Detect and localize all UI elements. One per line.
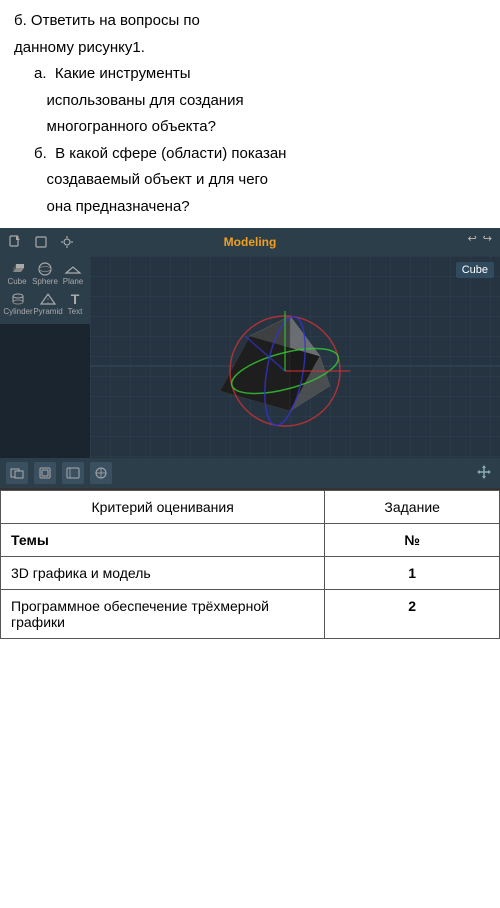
- pyramid-tool[interactable]: Pyramid: [34, 290, 62, 316]
- bottom-bar: [0, 458, 500, 488]
- mode-label: Modeling: [224, 235, 277, 249]
- table-cell-topic: Темы: [1, 524, 325, 557]
- toolbar: Modeling ↩ ↪: [0, 228, 500, 256]
- table-header-criteria: Критерий оценивания: [1, 491, 325, 524]
- table-cell-software: Программное обеспечение трёхмерной графи…: [1, 590, 325, 639]
- 3d-viewport: Cube: [90, 256, 500, 458]
- text-tool-label: Text: [68, 308, 83, 316]
- undo-icon[interactable]: ↩: [468, 232, 477, 245]
- table-row: Темы №: [1, 524, 500, 557]
- toolbar-left-icons: [6, 233, 76, 251]
- move-icon[interactable]: [476, 464, 492, 483]
- table-section: Критерий оценивания Задание Темы № 3D гр…: [0, 488, 500, 639]
- tools-row-2: Cylinder Pyramid T Text: [4, 290, 86, 316]
- line-b1: б. В какой сфере (области) показан: [14, 143, 486, 166]
- plane-tool-icon: [62, 260, 84, 278]
- pyramid-tool-label: Pyramid: [33, 308, 62, 316]
- text-tool-icon: T: [64, 290, 86, 308]
- tools-panel: Cube Sphere Plane: [0, 256, 90, 324]
- line-b2: создаваемый объект и для чего: [14, 169, 486, 192]
- tools-row-1: Cube Sphere Plane: [4, 260, 86, 286]
- criteria-table: Критерий оценивания Задание Темы № 3D гр…: [0, 490, 500, 639]
- cylinder-tool-icon: [7, 290, 29, 308]
- table-row: 3D графика и модель 1: [1, 557, 500, 590]
- text-section: б. Ответить на вопросы по данному рисунк…: [0, 0, 500, 228]
- grid-svg: [90, 256, 500, 458]
- table-cell-3d: 3D графика и модель: [1, 557, 325, 590]
- cube-tool[interactable]: Cube: [4, 260, 30, 286]
- line-a2: использованы для создания: [14, 90, 486, 113]
- line-b3: она предназначена?: [14, 196, 486, 219]
- line-rисунок: данному рисунку1.: [14, 37, 486, 60]
- line-b-header: б. Ответить на вопросы по: [14, 10, 486, 33]
- bottom-icon-4[interactable]: [90, 462, 112, 484]
- plane-tool-label: Plane: [63, 278, 83, 286]
- line-a: а. Какие инструменты: [14, 63, 486, 86]
- table-cell-num-header: №: [325, 524, 500, 557]
- object-icon[interactable]: [32, 233, 50, 251]
- cube-label: Cube: [456, 262, 494, 278]
- redo-icon[interactable]: ↪: [483, 232, 492, 245]
- line-a3: многогранного объекта?: [14, 116, 486, 139]
- cube-tool-label: Cube: [7, 278, 26, 286]
- cylinder-tool-label: Cylinder: [3, 308, 32, 316]
- bottom-icon-2[interactable]: [34, 462, 56, 484]
- plane-tool[interactable]: Plane: [60, 260, 86, 286]
- sphere-tool-label: Sphere: [32, 278, 58, 286]
- table-cell-num-1: 1: [325, 557, 500, 590]
- toolbar-right: ↩ ↪: [468, 232, 492, 245]
- bottom-icon-1[interactable]: [6, 462, 28, 484]
- sphere-tool[interactable]: Sphere: [32, 260, 58, 286]
- cube-tool-icon: [6, 260, 28, 278]
- text-tool[interactable]: T Text: [64, 290, 86, 316]
- table-row: Программное обеспечение трёхмерной графи…: [1, 590, 500, 639]
- file-icon[interactable]: [6, 233, 24, 251]
- light-icon[interactable]: [58, 233, 76, 251]
- table-cell-num-2: 2: [325, 590, 500, 639]
- 3d-viewport-container: Modeling ↩ ↪ Cube Sphere: [0, 228, 500, 488]
- pyramid-tool-icon: [37, 290, 59, 308]
- cylinder-tool[interactable]: Cylinder: [4, 290, 32, 316]
- sphere-tool-icon: [34, 260, 56, 278]
- bottom-icon-3[interactable]: [62, 462, 84, 484]
- table-header-task: Задание: [325, 491, 500, 524]
